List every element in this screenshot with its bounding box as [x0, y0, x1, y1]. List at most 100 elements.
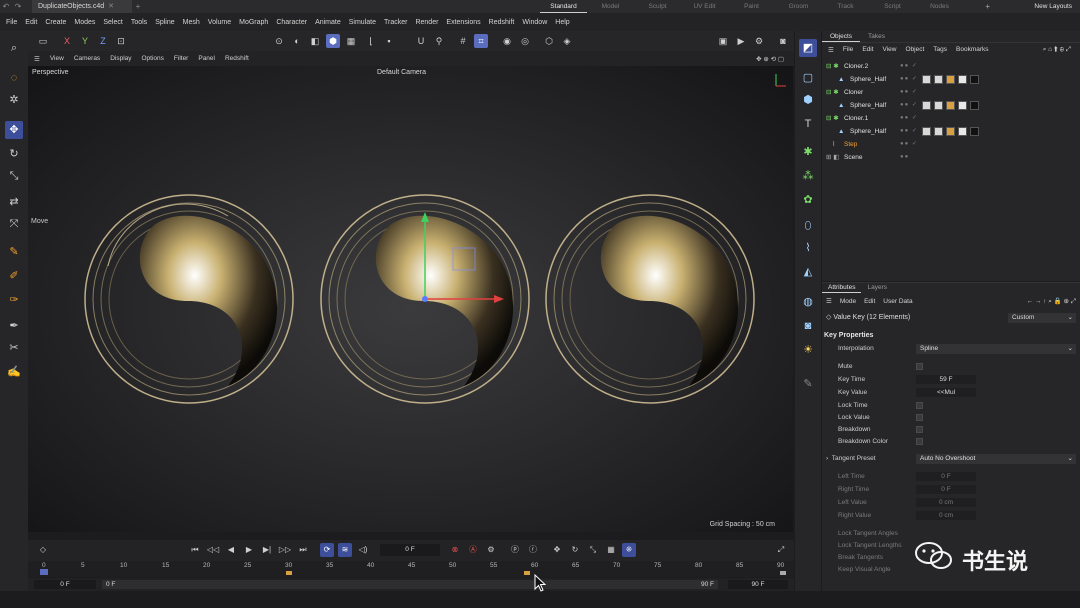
sketch-icon[interactable]: ✐	[5, 267, 23, 285]
menu-help[interactable]: Help	[555, 19, 569, 26]
render-queue-icon[interactable]: ⚙	[752, 34, 766, 48]
add-layout-icon[interactable]: +	[985, 0, 990, 13]
layout-tab[interactable]: Track	[822, 0, 869, 13]
redo-icon[interactable]: ↷	[12, 2, 24, 11]
viewport-menu-filter[interactable]: Filter	[174, 55, 188, 62]
visibility-dots[interactable]: ●● ✓	[900, 60, 918, 73]
frame-range-slider[interactable]: 0 F 90 F	[102, 580, 718, 589]
place-tool-icon[interactable]: ⤧	[5, 215, 23, 233]
visibility-dots[interactable]: ●● ✓	[900, 99, 918, 112]
undo-icon[interactable]: ↶	[0, 2, 12, 11]
texture-mode-icon[interactable]: ▪	[382, 34, 396, 48]
paint-icon[interactable]: ✎	[799, 375, 817, 393]
spline-pen-icon[interactable]: ✎	[5, 243, 23, 261]
play-icon[interactable]: ▶	[242, 543, 256, 557]
menu-spline[interactable]: Spline	[155, 19, 174, 26]
document-tab[interactable]: DuplicateObjects.c4d ✕	[32, 0, 132, 13]
keyframe-marker[interactable]	[780, 571, 786, 575]
keyframe-marker[interactable]	[524, 571, 530, 575]
prev-frame-icon[interactable]: ◀	[224, 543, 238, 557]
light-icon[interactable]: ☀	[799, 341, 817, 359]
deformer-icon[interactable]: ✿	[799, 191, 817, 209]
layout-tab[interactable]: Script	[869, 0, 916, 13]
grid-icon[interactable]: #	[456, 34, 470, 48]
layout-tab[interactable]: UV Edit	[681, 0, 728, 13]
cube-outline-icon[interactable]: ▢	[799, 69, 817, 87]
hamburger-icon[interactable]: ☰	[828, 46, 834, 54]
render-settings-icon[interactable]: ◈	[560, 34, 574, 48]
breakdown-checkbox[interactable]	[916, 426, 923, 433]
transform-tool-icon[interactable]: ⇄	[5, 193, 23, 211]
menu-render[interactable]: Render	[415, 19, 438, 26]
model-mode-icon[interactable]: ▭	[36, 34, 50, 48]
live-selection-icon[interactable]: ◌	[5, 69, 23, 87]
loop-icon[interactable]: ⟳	[320, 543, 334, 557]
axis-z-toggle[interactable]: Z	[96, 34, 110, 48]
viewport-menu-view[interactable]: View	[50, 55, 64, 62]
menu-tracker[interactable]: Tracker	[384, 19, 407, 26]
visibility-dots[interactable]: ●● ✓	[900, 73, 918, 86]
coordinate-system-icon[interactable]: ⊡	[114, 34, 128, 48]
visibility-dots[interactable]: ●● ✓	[900, 112, 918, 125]
tree-row[interactable]: ⊟ ✱ Cloner ●● ✓	[822, 86, 1080, 99]
menu-character[interactable]: Character	[276, 19, 307, 26]
visibility-dots[interactable]: ●● ✓	[900, 138, 918, 151]
polygons-mode-icon[interactable]: ◧	[308, 34, 322, 48]
next-frame-icon[interactable]: ▶|	[260, 543, 274, 557]
spline-icon[interactable]: ⌇	[799, 239, 817, 257]
menu-redshift[interactable]: Redshift	[489, 19, 515, 26]
viewport-menu-options[interactable]: Options	[142, 55, 164, 62]
interpolation-dropdown[interactable]: Spline ⌄	[916, 344, 1076, 354]
move-tool-icon[interactable]: ✥	[5, 121, 23, 139]
viewport-menu-redshift[interactable]: Redshift	[225, 55, 249, 62]
tab-attributes[interactable]: Attributes	[822, 283, 862, 293]
volume-icon[interactable]: ◭	[799, 263, 817, 281]
record-icon[interactable]: ⊗	[448, 543, 462, 557]
attributes-nav-icons[interactable]: ← → ↑ ⌕ 🔒 ⊕ ⤢	[1027, 297, 1076, 306]
goto-start-icon[interactable]: ⏮	[188, 543, 202, 557]
menu-tools[interactable]: Tools	[131, 19, 147, 26]
keyframe-marker[interactable]	[286, 571, 292, 575]
objects-menu-bookmarks[interactable]: Bookmarks	[956, 46, 989, 53]
timeline-ruler[interactable]: 0 5 10 15 20 25 30 35 40 45 50 55 60 65 …	[28, 561, 794, 577]
tree-row[interactable]: ⊟ ✱ Cloner.1 ●● ✓	[822, 112, 1080, 125]
add-tab-icon[interactable]: +	[132, 2, 144, 11]
close-icon[interactable]: ✕	[108, 3, 114, 10]
mute-checkbox[interactable]	[916, 363, 923, 370]
camera-icon[interactable]: ◙	[776, 34, 790, 48]
viewport-menu-panel[interactable]: Panel	[198, 55, 215, 62]
left-value-field[interactable]: 0 cm	[916, 498, 976, 507]
menu-edit[interactable]: Edit	[25, 19, 37, 26]
objects-search-icon[interactable]: ⌕ ⌂ ⬆ ⊕ ⤢	[1043, 46, 1071, 54]
rotate-tool-icon[interactable]: ↻	[5, 145, 23, 163]
visibility-dots[interactable]: ●●	[900, 151, 909, 164]
key-scale-icon[interactable]: ✥	[550, 543, 564, 557]
field-icon[interactable]: ⬯	[799, 217, 817, 235]
key-rotation-icon[interactable]: ⓡ	[526, 543, 540, 557]
key-grid-icon[interactable]: ▦	[604, 543, 618, 557]
menu-create[interactable]: Create	[45, 19, 66, 26]
new-layouts-button[interactable]: New Layouts	[1034, 0, 1072, 13]
axis-y-toggle[interactable]: Y	[78, 34, 92, 48]
layout-tab[interactable]: Paint	[728, 0, 775, 13]
camera-object-icon[interactable]: ◙	[799, 317, 817, 335]
right-time-field[interactable]: 0 F	[916, 485, 976, 494]
tree-row[interactable]: ▲ Sphere_Half ●● ✓	[822, 125, 1080, 138]
points-mode-icon[interactable]: ⊙	[272, 34, 286, 48]
layout-tab[interactable]: Standard	[540, 0, 587, 13]
attributes-menu-edit[interactable]: Edit	[864, 298, 875, 305]
left-time-field[interactable]: 0 F	[916, 472, 976, 481]
tree-row[interactable]: ⊞ ◧ Scene ●●	[822, 151, 1080, 164]
menu-window[interactable]: Window	[522, 19, 547, 26]
cube-icon[interactable]: ⬢	[799, 91, 817, 109]
start-frame-field[interactable]: 0 F	[34, 580, 96, 589]
lod-icon[interactable]: ⬡	[542, 34, 556, 48]
scale-tool-icon[interactable]: ⤡	[5, 167, 23, 185]
objects-menu-edit[interactable]: Edit	[862, 46, 873, 53]
breakdown-color-checkbox[interactable]	[916, 438, 923, 445]
key-all-icon[interactable]: ⁜	[622, 543, 636, 557]
objects-menu-tags[interactable]: Tags	[933, 46, 947, 53]
solo-icon[interactable]: ◉	[500, 34, 514, 48]
layout-tab[interactable]: Nodes	[916, 0, 963, 13]
playback-rate-icon[interactable]: ≋	[338, 543, 352, 557]
